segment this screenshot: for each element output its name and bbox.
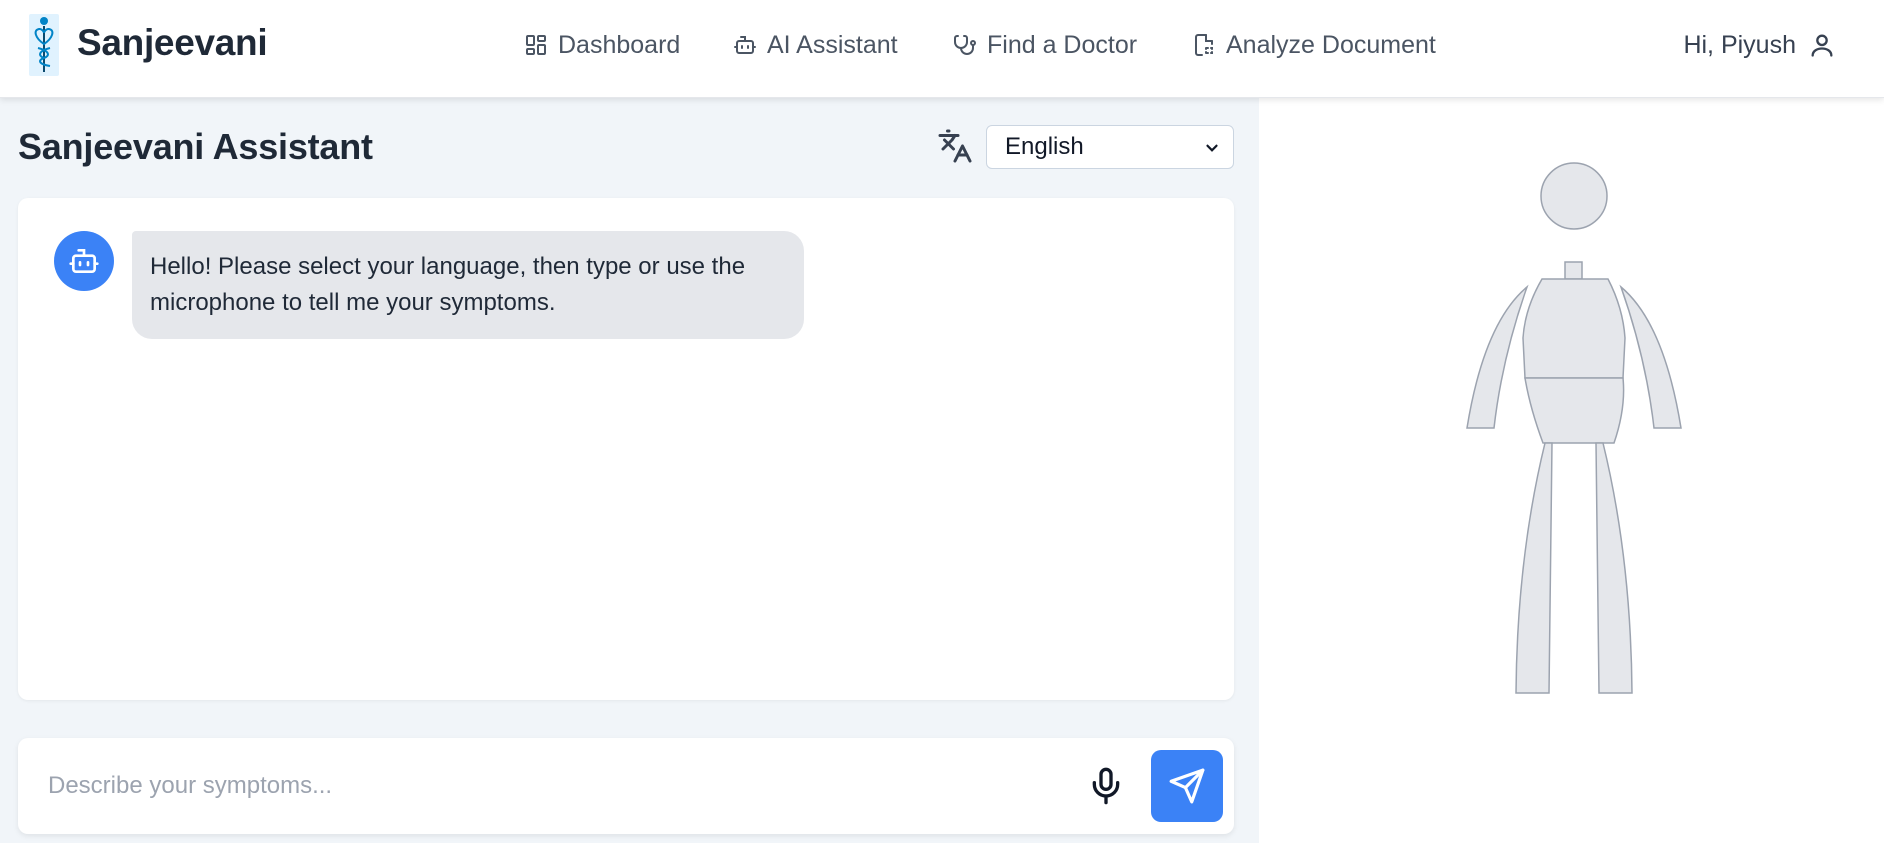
- microphone-icon[interactable]: [1086, 766, 1126, 806]
- nav-ai-assistant[interactable]: AI Assistant: [733, 28, 898, 62]
- body-part-abdomen[interactable]: [1524, 377, 1625, 444]
- chevron-down-icon: [1206, 144, 1218, 152]
- send-icon: [1169, 768, 1205, 804]
- translate-icon: [938, 129, 972, 163]
- language-select[interactable]: English: [986, 125, 1234, 169]
- stethoscope-icon: [954, 35, 976, 55]
- top-navbar: Sanjeevani Dashboard AI Assistant Find a…: [0, 0, 1884, 98]
- brand-name[interactable]: Sanjeevani: [77, 22, 268, 64]
- chat-window[interactable]: Hello! Please select your language, then…: [18, 198, 1234, 700]
- body-map: [1466, 162, 1682, 694]
- nav-analyze-document-label: Analyze Document: [1226, 30, 1436, 59]
- user-menu[interactable]: Hi, Piyush: [1683, 28, 1836, 62]
- bot-message-bubble: Hello! Please select your language, then…: [132, 231, 804, 339]
- body-part-right-leg[interactable]: [1515, 442, 1553, 694]
- nav-find-doctor-label: Find a Doctor: [987, 30, 1138, 59]
- body-part-left-arm[interactable]: [1619, 284, 1682, 429]
- message-composer: [18, 738, 1234, 834]
- body-part-neck[interactable]: [1564, 261, 1583, 280]
- caduceus-heart-icon: [34, 17, 54, 72]
- sanjeevani-logo[interactable]: [29, 14, 59, 76]
- nav-find-doctor[interactable]: Find a Doctor: [953, 28, 1137, 62]
- bot-icon: [734, 36, 756, 54]
- document-scan-icon: [1195, 34, 1213, 56]
- symptoms-input[interactable]: [48, 760, 1028, 812]
- nav-analyze-document[interactable]: Analyze Document: [1192, 28, 1436, 62]
- language-select-value: English: [1005, 133, 1084, 160]
- send-button[interactable]: [1151, 750, 1223, 822]
- assistant-panel: Sanjeevani Assistant English Hello! Plea…: [0, 98, 1259, 843]
- user-icon: [1811, 34, 1833, 57]
- body-part-left-leg[interactable]: [1595, 442, 1633, 694]
- user-greeting: Hi, Piyush: [1683, 30, 1796, 59]
- body-map-panel: [1259, 98, 1884, 843]
- page-title: Sanjeevani Assistant: [18, 126, 373, 167]
- nav-dashboard-label: Dashboard: [558, 30, 681, 59]
- body-part-chest[interactable]: [1522, 278, 1626, 379]
- dashboard-grid-icon: [526, 35, 546, 55]
- body-part-right-arm[interactable]: [1466, 284, 1529, 429]
- bot-icon: [69, 249, 99, 273]
- body-part-head[interactable]: [1540, 162, 1608, 230]
- nav-ai-assistant-label: AI Assistant: [767, 30, 898, 59]
- nav-dashboard[interactable]: Dashboard: [524, 28, 680, 62]
- bot-avatar: [54, 231, 114, 291]
